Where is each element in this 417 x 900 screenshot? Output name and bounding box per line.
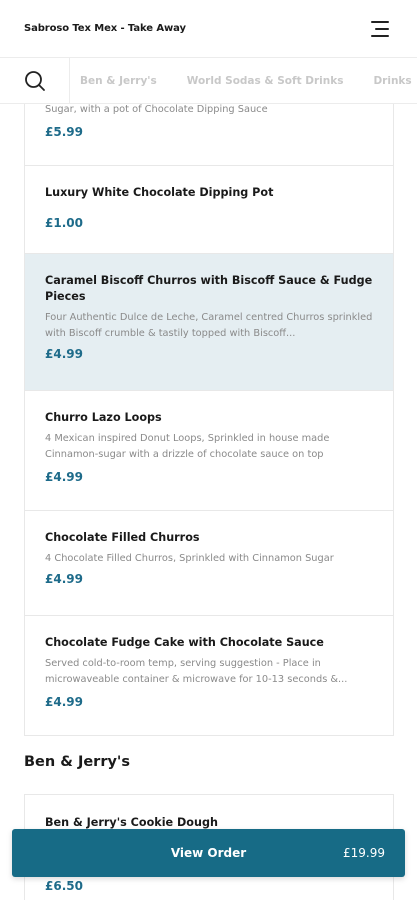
item-description: 4 Chocolate Filled Churros, Sprinkled wi…	[45, 553, 334, 564]
item-description: Served cold-to-room temp, serving sugges…	[45, 658, 348, 685]
menu-item[interactable]: Luxury White Chocolate Dipping Pot £1.00	[25, 166, 393, 254]
item-name: Chocolate Fudge Cake with Chocolate Sauc…	[45, 636, 324, 649]
view-order-button[interactable]: View Order £19.99	[12, 829, 405, 877]
menu-item[interactable]: Churro Lazo Loops 4 Mexican inspired Don…	[25, 391, 393, 511]
hamburger-menu-icon[interactable]	[369, 20, 389, 37]
item-name: Luxury White Chocolate Dipping Pot	[45, 186, 274, 199]
view-order-label: View Order	[170, 846, 247, 860]
item-name: Caramel Biscoff Churros with Biscoff Sau…	[45, 274, 373, 303]
menu-item[interactable]: Sugar, with a pot of Chocolate Dipping S…	[25, 104, 393, 166]
item-price: £1.00	[45, 216, 83, 230]
desserts-card: Sugar, with a pot of Chocolate Dipping S…	[24, 104, 394, 736]
item-description: Four Authentic Dulce de Leche, Caramel c…	[45, 312, 373, 339]
section-title-ben-jerrys: Ben & Jerry's	[24, 754, 131, 770]
item-price: £6.50	[45, 879, 83, 893]
order-total: £19.99	[343, 846, 385, 860]
item-name: Churro Lazo Loops	[45, 411, 162, 424]
item-price: £4.99	[45, 470, 83, 484]
top-bar: Sabroso Tex Mex - Take Away	[0, 0, 417, 58]
category-tab-world-sodas[interactable]: World Sodas & Soft Drinks	[187, 75, 344, 87]
item-description: Sugar, with a pot of Chocolate Dipping S…	[45, 104, 268, 115]
item-price: £4.99	[45, 695, 83, 709]
menu-item-highlighted[interactable]: Caramel Biscoff Churros with Biscoff Sau…	[25, 254, 393, 391]
menu-item[interactable]: Chocolate Filled Churros 4 Chocolate Fil…	[25, 511, 393, 616]
category-tab-ben-jerrys[interactable]: Ben & Jerry's	[80, 75, 157, 87]
item-price: £4.99	[45, 347, 83, 361]
search-icon	[24, 70, 45, 91]
item-description: 4 Mexican inspired Donut Loops, Sprinkle…	[45, 433, 330, 460]
category-tab-drinks[interactable]: Drinks	[373, 75, 411, 87]
restaurant-title: Sabroso Tex Mex - Take Away	[24, 23, 186, 34]
item-name: Chocolate Filled Churros	[45, 531, 200, 544]
item-price: £5.99	[45, 125, 83, 139]
menu-item[interactable]: Chocolate Fudge Cake with Chocolate Sauc…	[25, 616, 393, 736]
item-price: £4.99	[45, 572, 83, 586]
search-button[interactable]	[0, 58, 70, 103]
category-nav: Ben & Jerry's World Sodas & Soft Drinks …	[0, 58, 417, 104]
menu-scroll-area[interactable]: Sugar, with a pot of Chocolate Dipping S…	[0, 104, 417, 900]
